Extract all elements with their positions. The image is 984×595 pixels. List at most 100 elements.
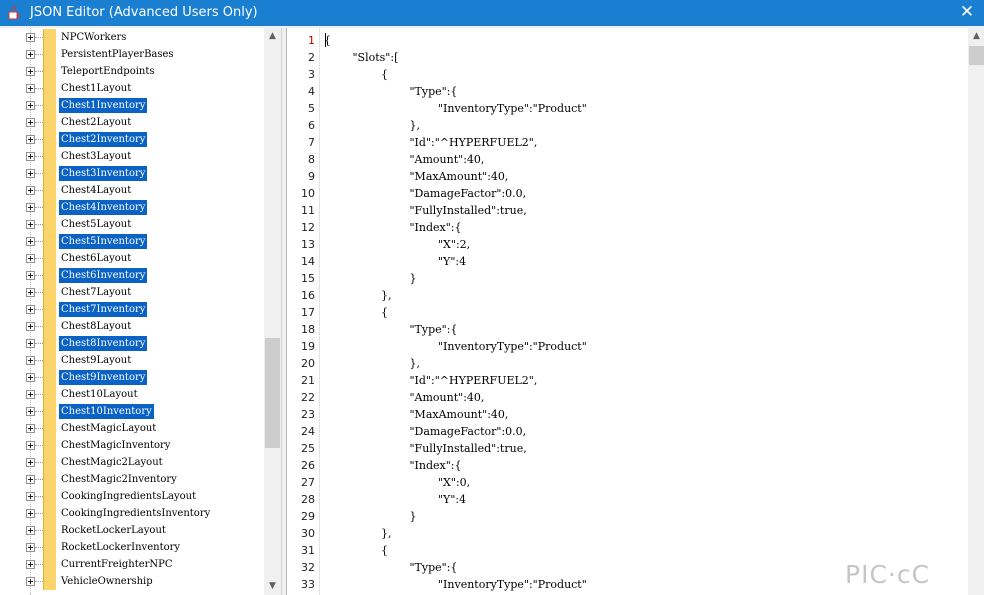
code-line[interactable]: } <box>410 508 417 525</box>
code-line[interactable]: "X":2, <box>438 236 470 253</box>
expand-plus-icon[interactable] <box>26 101 35 110</box>
close-button[interactable]: ✕ <box>950 0 984 26</box>
expand-plus-icon[interactable] <box>26 577 35 586</box>
tree-node[interactable]: Chest9Inventory <box>0 369 264 386</box>
code-line[interactable]: "Id":"^HYPERFUEL2", <box>410 372 538 389</box>
code-line[interactable]: }, <box>410 117 421 134</box>
tree-node-label[interactable]: Chest10Layout <box>59 387 140 402</box>
tree-node[interactable]: Chest6Inventory <box>0 267 264 284</box>
expand-plus-icon[interactable] <box>26 203 35 212</box>
tree-node-label[interactable]: Chest1Inventory <box>59 98 148 113</box>
expand-plus-icon[interactable] <box>26 237 35 246</box>
tree-node-label[interactable]: RocketLockerInventory <box>59 540 182 555</box>
tree-node[interactable]: Chest10Layout <box>0 386 264 403</box>
code-line[interactable]: "InventoryType":"Product" <box>438 100 587 117</box>
expand-plus-icon[interactable] <box>26 288 35 297</box>
expand-plus-icon[interactable] <box>26 458 35 467</box>
editor-scrollbar[interactable]: ▲ <box>968 28 984 595</box>
tree-node-label[interactable]: ChestMagic2Layout <box>59 455 165 470</box>
code-line[interactable]: { <box>381 304 388 321</box>
tree-node-label[interactable]: Chest2Layout <box>59 115 133 130</box>
expand-plus-icon[interactable] <box>26 373 35 382</box>
tree-node[interactable]: Chest5Inventory <box>0 233 264 250</box>
code-line[interactable]: "FullyInstalled":true, <box>410 440 527 457</box>
expand-plus-icon[interactable] <box>26 339 35 348</box>
expand-plus-icon[interactable] <box>26 220 35 229</box>
tree-node[interactable]: TeleportEndpoints <box>0 63 264 80</box>
tree-node-label[interactable]: ChestMagic2Inventory <box>59 472 179 487</box>
code-line[interactable]: }, <box>381 287 392 304</box>
tree-node-label[interactable]: Chest7Layout <box>59 285 133 300</box>
tree-node[interactable]: CookingIngredientsInventory <box>0 505 264 522</box>
tree-node[interactable]: Chest9Layout <box>0 352 264 369</box>
tree-node-label[interactable]: TeleportEndpoints <box>59 64 157 79</box>
tree-node[interactable]: Chest3Inventory <box>0 165 264 182</box>
code-line[interactable]: "Type":{ <box>410 559 458 576</box>
expand-plus-icon[interactable] <box>26 169 35 178</box>
tree-node-label[interactable]: CurrentFreighterNPC <box>59 557 175 572</box>
scroll-up-arrow-icon[interactable]: ▲ <box>968 28 984 45</box>
tree-node[interactable]: ChestMagic2Inventory <box>0 471 264 488</box>
code-line[interactable]: "MaxAmount":40, <box>410 406 509 423</box>
code-line[interactable]: "Y":4 <box>438 491 466 508</box>
code-line[interactable]: "DamageFactor":0.0, <box>410 423 527 440</box>
tree-node-label[interactable]: Chest3Layout <box>59 149 133 164</box>
tree-node-label[interactable]: ChestMagicLayout <box>59 421 158 436</box>
expand-plus-icon[interactable] <box>26 84 35 93</box>
tree-node-label[interactable]: Chest2Inventory <box>59 132 148 147</box>
expand-plus-icon[interactable] <box>26 33 35 42</box>
tree-node-label[interactable]: Chest9Layout <box>59 353 133 368</box>
tree-node[interactable]: NPCWorkers <box>0 29 264 46</box>
code-line[interactable]: "InventoryType":"Product" <box>438 576 587 593</box>
tree-node-label[interactable]: Chest10Inventory <box>59 404 154 419</box>
tree-node-label[interactable]: NPCWorkers <box>59 30 128 45</box>
expand-plus-icon[interactable] <box>26 509 35 518</box>
tree-node[interactable]: Chest8Layout <box>0 318 264 335</box>
code-line[interactable]: "X":0, <box>438 474 470 491</box>
code-line[interactable]: "Amount":40, <box>410 389 485 406</box>
expand-plus-icon[interactable] <box>26 152 35 161</box>
tree-node-label[interactable]: VehicleOwnership <box>59 574 155 589</box>
tree-node-label[interactable]: Chest5Inventory <box>59 234 148 249</box>
tree-node[interactable]: ChestMagicInventory <box>0 437 264 454</box>
expand-plus-icon[interactable] <box>26 135 35 144</box>
code-line[interactable]: "FullyInstalled":true, <box>410 202 527 219</box>
code-line[interactable]: "Y":4 <box>438 253 466 270</box>
expand-plus-icon[interactable] <box>26 305 35 314</box>
tree-node[interactable]: CurrentFreighterNPC <box>0 556 264 573</box>
tree-node-label[interactable]: Chest3Inventory <box>59 166 148 181</box>
tree-node[interactable]: VehicleOwnership <box>0 573 264 590</box>
scroll-up-arrow-icon[interactable]: ▲ <box>264 28 281 45</box>
tree-node[interactable]: Chest2Layout <box>0 114 264 131</box>
expand-plus-icon[interactable] <box>26 271 35 280</box>
code-line[interactable]: "InventoryType":"Product" <box>438 338 587 355</box>
tree-node-label[interactable]: Chest8Layout <box>59 319 133 334</box>
tree-node-label[interactable]: RocketLockerLayout <box>59 523 168 538</box>
expand-plus-icon[interactable] <box>26 50 35 59</box>
code-line[interactable]: }, <box>410 355 421 372</box>
code-line[interactable]: "MaxAmount":40, <box>410 168 509 185</box>
code-line[interactable]: { <box>381 542 388 559</box>
tree-node[interactable]: CookingIngredientsLayout <box>0 488 264 505</box>
expand-plus-icon[interactable] <box>26 407 35 416</box>
tree-node[interactable]: Chest4Inventory <box>0 199 264 216</box>
expand-plus-icon[interactable] <box>26 356 35 365</box>
code-line[interactable]: "Id":"^HYPERFUEL2", <box>410 134 538 151</box>
editor-scroll-thumb[interactable] <box>969 46 984 65</box>
tree-node[interactable]: Chest4Layout <box>0 182 264 199</box>
tree-node-label[interactable]: Chest9Inventory <box>59 370 148 385</box>
code-line[interactable]: "Slots":[ <box>353 49 399 66</box>
code-line[interactable]: "Type":{ <box>410 83 458 100</box>
tree-node[interactable]: Chest5Layout <box>0 216 264 233</box>
code-line[interactable]: { <box>324 32 331 49</box>
expand-plus-icon[interactable] <box>26 390 35 399</box>
code-line[interactable]: "Index":{ <box>410 219 462 236</box>
code-line[interactable]: "Amount":40, <box>410 151 485 168</box>
tree-node-label[interactable]: PersistentPlayerBases <box>59 47 176 62</box>
tree-node-label[interactable]: ChestMagicInventory <box>59 438 172 453</box>
tree-node-label[interactable]: Chest4Inventory <box>59 200 148 215</box>
tree-node-label[interactable]: CookingIngredientsInventory <box>59 506 212 521</box>
tree-node[interactable]: Chest2Inventory <box>0 131 264 148</box>
tree-node[interactable]: ChestMagic2Layout <box>0 454 264 471</box>
tree-node[interactable]: ChestMagicLayout <box>0 420 264 437</box>
